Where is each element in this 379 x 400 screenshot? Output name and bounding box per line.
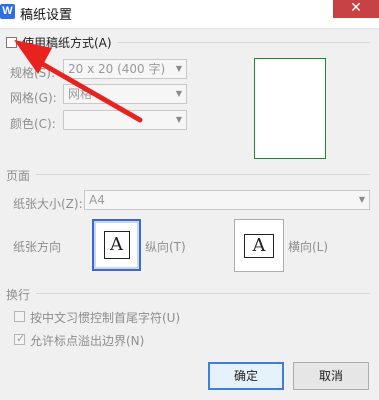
ok-button[interactable]: 确定 (208, 362, 284, 390)
title-bar: W 稿纸设置 ✕ (0, 0, 379, 29)
chevron-down-icon: ▼ (175, 64, 182, 73)
paper-size-label: 纸张大小(Z): (13, 197, 83, 211)
use-grid-paper-label: 使用稿纸方式(A) (22, 36, 112, 50)
spec-value: 20 x 20 (400 字) (68, 62, 166, 76)
wrap-divider (36, 293, 370, 294)
wrap-option2-label: 允许标点溢出边界(N) (30, 334, 145, 348)
wrap-section-title: 换行 (6, 288, 31, 302)
wrap-option1-label: 按中文习惯控制首尾字符(U) (30, 311, 181, 325)
spec-label: 规格(S): (10, 66, 56, 80)
grid-value: 网格 (68, 87, 93, 101)
window-title: 稿纸设置 (20, 8, 73, 23)
grid-select[interactable]: 网格 ▼ (63, 84, 187, 104)
landscape-button[interactable]: A (234, 219, 284, 272)
checkmark-icon: ✓ (16, 332, 26, 345)
landscape-page-icon: A (244, 233, 274, 258)
portrait-label: 纵向(T) (145, 240, 186, 254)
close-icon: ✕ (350, 0, 362, 16)
color-select[interactable]: ▼ (63, 110, 187, 130)
paper-size-select[interactable]: A4 ▼ (84, 190, 370, 210)
close-button[interactable]: ✕ (333, 0, 379, 18)
wps-writer-icon: W (0, 4, 15, 19)
orientation-label: 纸张方向 (13, 240, 62, 254)
spec-select[interactable]: 20 x 20 (400 字) ▼ (63, 59, 187, 79)
portrait-page-icon: A (103, 231, 130, 259)
page-section-title: 页面 (6, 169, 31, 183)
chevron-down-icon: ▼ (175, 115, 182, 124)
wrap-option2-checkbox[interactable]: ✓ (14, 332, 26, 345)
cancel-button[interactable]: 取消 (293, 362, 369, 390)
portrait-button[interactable]: A (92, 219, 141, 271)
use-grid-paper-checkbox[interactable] (6, 37, 17, 48)
landscape-label: 横向(L) (288, 240, 329, 254)
chevron-down-icon: ▼ (175, 89, 182, 98)
chevron-down-icon: ▼ (358, 195, 365, 204)
use-grid-divider (117, 42, 370, 43)
grid-label: 网格(G): (10, 91, 57, 105)
paper-size-value: A4 (89, 193, 105, 207)
page-divider (36, 174, 370, 175)
wrap-option1-checkbox[interactable] (14, 311, 25, 322)
color-label: 颜色(C): (10, 117, 56, 131)
grid-preview (254, 58, 326, 159)
